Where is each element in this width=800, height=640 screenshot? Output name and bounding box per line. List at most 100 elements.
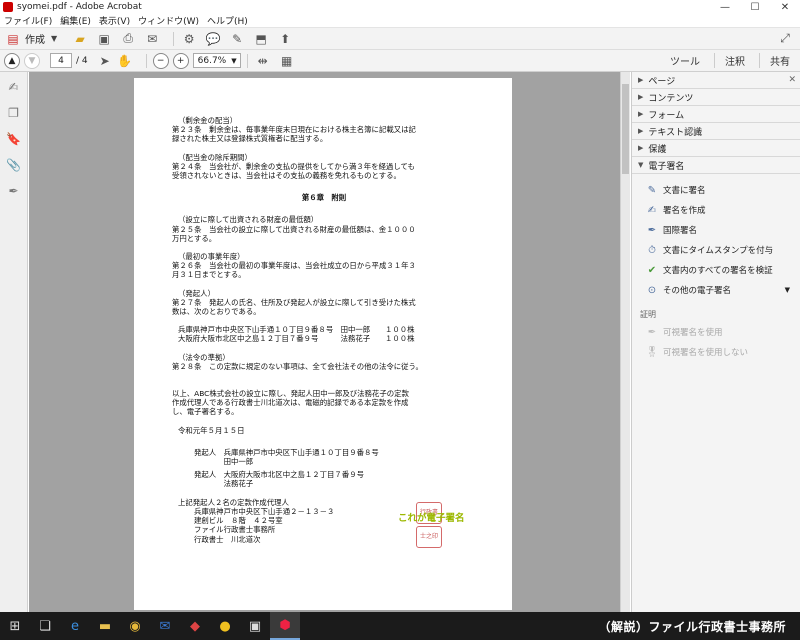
left-nav-pane: ✍ ❐ 🔖 📎 ✒ [0,72,28,612]
share-icon[interactable]: ⬆ [276,31,294,47]
invisible-signature-item[interactable]: 🎖 可視署名を使用しない [632,342,800,362]
prev-page-button[interactable]: ▲ [4,52,20,69]
pen-icon[interactable]: ✍ [4,78,24,96]
section-protection[interactable]: ▶ 保護 [632,140,800,157]
triangle-down-icon: ▼ [638,161,644,169]
section-label: テキスト認識 [648,127,703,138]
menu-bar: ファイル(F) 編集(E) 表示(V) ウィンドウ(W) ヘルプ(H) [0,14,800,28]
create-button[interactable]: ▤ 作成 ▼ [4,31,57,47]
vertical-scrollbar[interactable] [620,72,630,612]
app-icon[interactable]: ◆ [180,612,210,640]
timestamp-item[interactable]: ⏱ 文書にタイムスタンプを付与 [632,240,800,260]
menu-window[interactable]: ウィンドウ(W) [138,14,199,27]
main-toolbar: ▤ 作成 ▼ ▰ ▣ ⎙ ✉ ⚙ 💬 ✎ ⬒ ⬆ ⤢ [0,28,800,50]
tools-pane: ✕ ▶ ページ ▶ コンテンツ ▶ フォーム ▶ テキスト認識 ▶ 保護 ▼ 電子署名 ✎ 文… [631,72,800,612]
expand-icon[interactable]: ⤢ [776,31,794,47]
windows-start-icon[interactable]: ⊞ [0,612,30,640]
document-viewport[interactable]: （剰余金の配当） 第２３条 剰余金は、毎事業年度末日現在における株主名簿に記載又… [29,72,620,612]
signature-annotation: これが電子署名 [398,512,465,524]
page-total: / 4 [76,55,88,66]
edge-browser-icon[interactable]: e [60,612,90,640]
doc-line: （最初の事業年度） [178,252,245,262]
founder-line: 発起人 兵庫県神戸市中央区下山手通１０丁目９番８号 [194,447,379,457]
chrome-icon[interactable]: ◉ [120,612,150,640]
doc-line: 月３１日までとする。 [172,270,246,280]
task-view-icon[interactable]: ❏ [30,612,60,640]
menu-help[interactable]: ヘルプ(H) [207,14,248,27]
acrobat-icon [3,2,13,12]
comment-icon[interactable]: 💬 [204,31,222,47]
create-signature-item[interactable]: ✍ 署名を作成 [632,200,800,220]
minimize-button[interactable]: — [710,0,740,14]
founder-line: 田中一郎 [194,457,254,467]
comment-link[interactable]: 注釈 [714,53,745,68]
scrollbar-thumb[interactable] [622,84,629,174]
menu-edit[interactable]: 編集(E) [60,14,91,27]
doc-line: 第２７条 発起人の氏名、住所及び発起人が設立に際して引き受けた株式 [172,297,416,307]
item-label: その他の電子署名 [663,286,732,296]
create-label: 作成 [25,35,45,46]
section-forms[interactable]: ▶ フォーム [632,106,800,123]
menu-file[interactable]: ファイル(F) [4,14,52,27]
zoom-out-button[interactable]: − [152,52,169,69]
sign-document-item[interactable]: ✎ 文書に署名 [632,180,800,200]
print-icon[interactable]: ⎙ [119,31,137,47]
item-label: 署名を作成 [663,206,706,216]
select-cursor-icon[interactable]: ➤ [96,53,114,69]
shareholder-row: 大阪府大阪市北区中之島１２丁目７番９号 法務花子 １００株 [178,334,415,344]
section-content[interactable]: ▶ コンテンツ [632,89,800,106]
fit-page-icon[interactable]: ▦ [278,53,296,69]
zoom-select[interactable]: 66.7% ▼ [192,53,241,68]
hand-tool-icon[interactable]: ✋ [116,53,134,69]
certificate-pen-icon: ✒ [647,224,657,236]
page-number-input[interactable]: 4 [50,53,72,68]
next-page-button[interactable]: ▼ [24,52,40,69]
certify-icon: ✒ [647,326,657,338]
email-icon[interactable]: ✉ [143,31,161,47]
maximize-button[interactable]: ☐ [740,0,770,14]
settings-icon[interactable]: ⚙ [180,31,198,47]
doc-line: 以上、ABC株式会社の設立に際し、発起人田中一郎及び法務花子の定款 [172,389,409,399]
open-folder-icon[interactable]: ▰ [71,31,89,47]
doc-line: （発起人） [178,288,215,298]
triangle-right-icon: ▶ [638,144,644,152]
outlook-icon[interactable]: ✉ [150,612,180,640]
highlight-icon[interactable]: ✎ [228,31,246,47]
norton-icon[interactable]: ● [210,612,240,640]
close-button[interactable]: ✕ [770,0,800,14]
file-explorer-icon[interactable]: ▬ [90,612,120,640]
save-icon[interactable]: ▣ [95,31,113,47]
section-label: フォーム [648,110,685,121]
certify-ribbon-icon: 🎖 [645,346,659,358]
zoom-in-button[interactable]: + [172,52,189,69]
tools-link[interactable]: ツール [660,53,700,68]
fit-width-icon[interactable]: ⇹ [254,53,272,69]
toolbar-divider [246,53,248,68]
app-window-icon[interactable]: ▣ [240,612,270,640]
doc-line: （剰余金の配当） [178,116,238,125]
attachment-icon[interactable]: 📎 [4,156,24,174]
office-brand: （解説）ファイル行政書士事務所 [598,619,786,634]
right-links: ツール 注釈 共有 [646,53,800,68]
more-signatures-item[interactable]: ⊙ その他の電子署名 ▼ [632,280,800,300]
section-pages[interactable]: ▶ ページ [632,72,800,89]
visible-signature-item[interactable]: ✒ 可視署名を使用 [632,322,800,342]
menu-view[interactable]: 表示(V) [99,14,130,27]
doc-line: 数は、次のとおりである。 [172,307,261,317]
bookmark-icon[interactable]: 🔖 [4,130,24,148]
section-digital-signature[interactable]: ▼ 電子署名 [632,157,800,174]
acrobat-taskbar-icon[interactable]: ⬢ [270,612,300,640]
pdf-page: （剰余金の配当） 第２３条 剰余金は、毎事業年度末日現在における株主名簿に記載又… [134,78,512,610]
chevron-down-icon: ▼ [231,56,237,65]
international-signature-item[interactable]: ✒ 国際署名 [632,220,800,240]
share-link[interactable]: 共有 [759,53,790,68]
signature-panel-icon[interactable]: ✒ [4,182,24,200]
close-icon[interactable]: ✕ [788,75,796,85]
agent-signature-block: 上記発起人２名の定款作成代理人 兵庫県神戸市中央区下山手通２－１３－３ 建創ビル… [172,498,476,548]
more-options-icon: ⊙ [647,284,657,296]
page-thumbnails-icon[interactable]: ❐ [4,104,24,122]
stamp-icon[interactable]: ⬒ [252,31,270,47]
item-label: 文書内のすべての署名を検証 [663,266,773,276]
validate-signatures-item[interactable]: ✔ 文書内のすべての署名を検証 [632,260,800,280]
section-text-recognition[interactable]: ▶ テキスト認識 [632,123,800,140]
